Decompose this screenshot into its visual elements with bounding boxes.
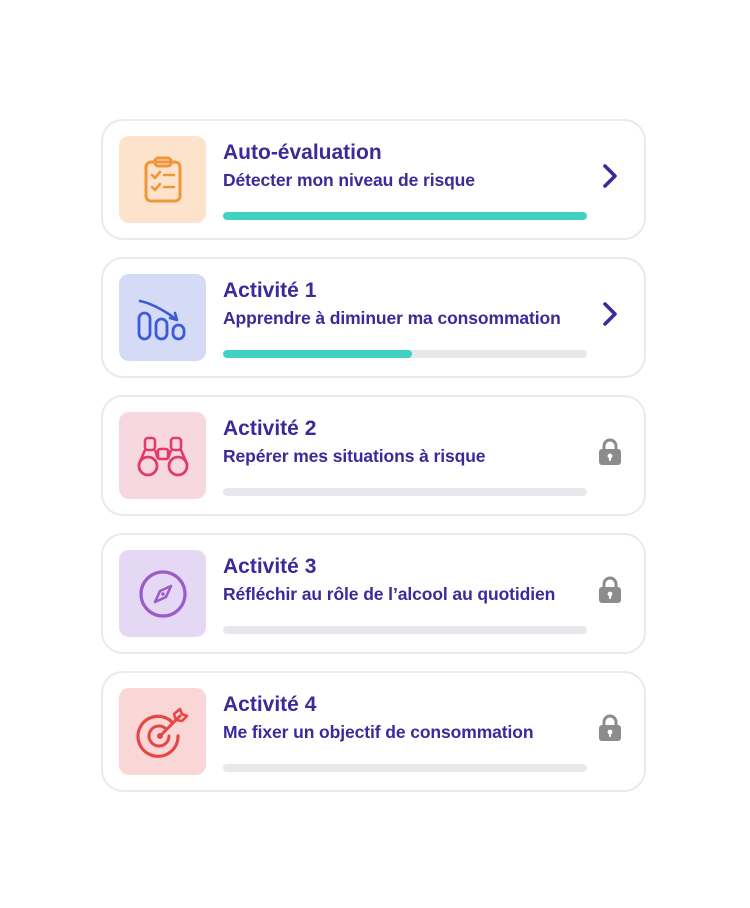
activity-subtitle: Me fixer un objectif de consommation [223, 722, 534, 742]
activity-title: Auto-évaluation [223, 141, 382, 164]
activity-title: Activité 2 [223, 417, 317, 440]
activity-subtitle: Repérer mes situations à risque [223, 446, 486, 466]
activity-subtitle: Détecter mon niveau de risque [223, 170, 475, 190]
activity-subtitle: Réfléchir au rôle de l’alcool au quotidi… [223, 584, 556, 604]
chevron-right-icon[interactable] [596, 161, 624, 191]
binoculars-icon [137, 436, 188, 476]
progress-bar [223, 764, 587, 772]
activity-card-2[interactable]: Activité 2 Repérer mes situations à risq… [101, 395, 646, 516]
activity-list: Auto-évaluation Détecter mon niveau de r… [101, 119, 646, 809]
clipboard-checklist-icon [144, 156, 181, 202]
activity-card-3[interactable]: Activité 3 Réfléchir au rôle de l’alcool… [101, 533, 646, 654]
activity-title: Activité 3 [223, 555, 317, 578]
progress-bar [223, 626, 587, 634]
compass-icon [138, 569, 187, 618]
activity-card-4[interactable]: Activité 4 Me fixer un objectif de conso… [101, 671, 646, 792]
progress-bar [223, 350, 587, 358]
target-arrow-icon [135, 707, 188, 758]
activity-title: Activité 1 [223, 279, 317, 302]
activity-tile [119, 274, 206, 361]
activity-tile [119, 688, 206, 775]
progress-fill [223, 350, 413, 358]
progress-bar [223, 212, 587, 220]
activity-subtitle: Apprendre à diminuer ma consommation [223, 308, 561, 328]
activity-title: Activité 4 [223, 693, 317, 716]
lock-icon [596, 437, 624, 467]
progress-fill [223, 212, 587, 220]
activity-card-1[interactable]: Activité 1 Apprendre à diminuer ma conso… [101, 257, 646, 378]
activity-tile [119, 136, 206, 223]
activity-tile [119, 550, 206, 637]
activity-card-auto-evaluation[interactable]: Auto-évaluation Détecter mon niveau de r… [101, 119, 646, 240]
decreasing-bottles-icon [137, 299, 185, 340]
lock-icon [596, 575, 624, 605]
progress-bar [223, 488, 587, 496]
chevron-right-icon[interactable] [596, 299, 624, 329]
lock-icon [596, 713, 624, 743]
activity-tile [119, 412, 206, 499]
